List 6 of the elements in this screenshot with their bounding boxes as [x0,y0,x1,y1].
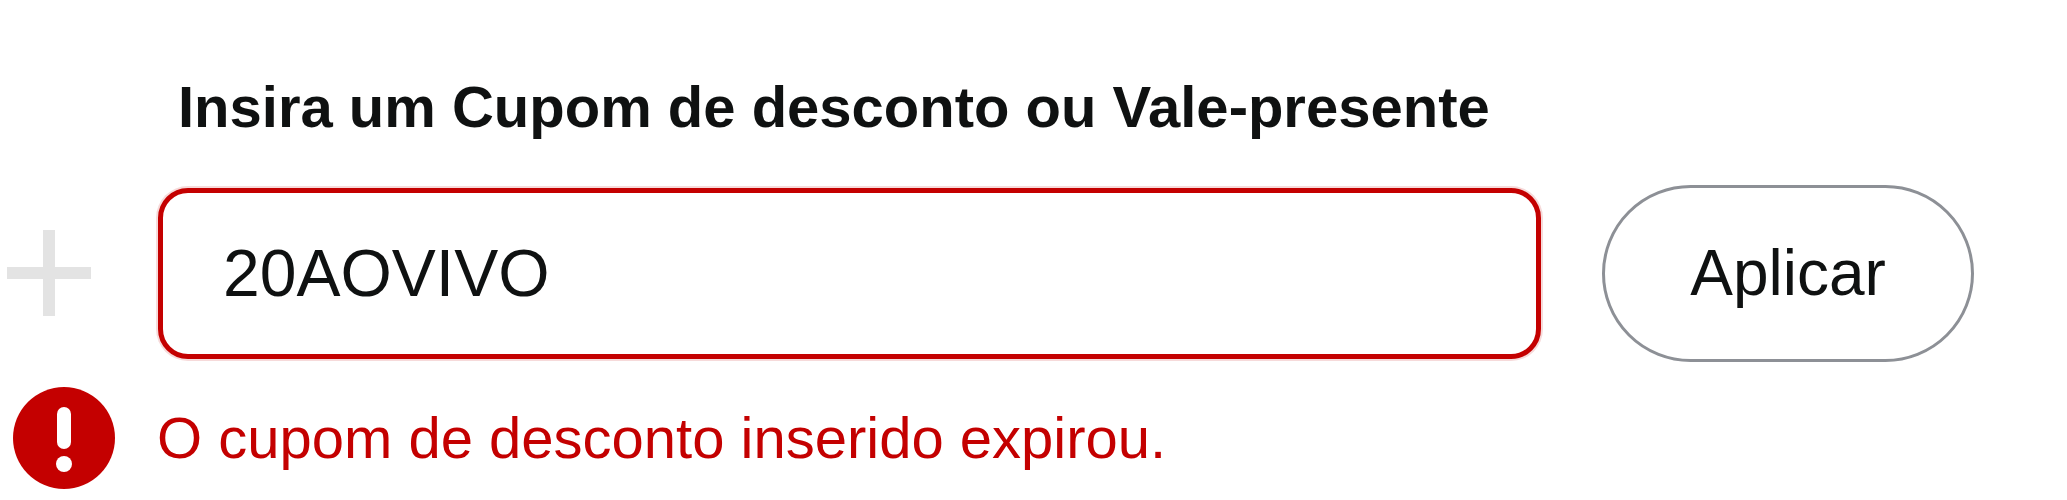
error-icon [13,386,115,489]
apply-button[interactable]: Aplicar [1602,185,1974,362]
coupon-heading: Insira um Cupom de desconto ou Vale-presente [177,73,1491,141]
plus-icon [7,230,91,317]
coupon-input-field[interactable]: 20AOVIVO [158,188,1541,359]
error-message: O cupom de desconto inserido expirou. [157,404,1167,472]
